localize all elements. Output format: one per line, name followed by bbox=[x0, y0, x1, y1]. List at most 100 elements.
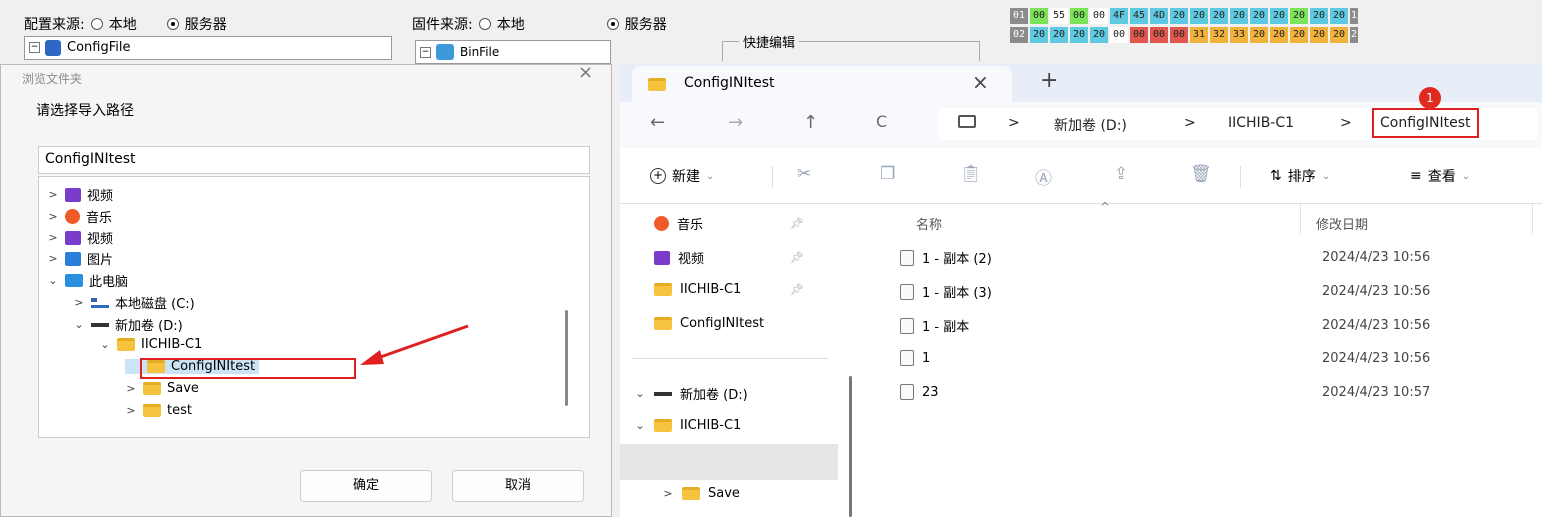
path-input[interactable]: ConfigINItest bbox=[38, 146, 590, 174]
hex-cell[interactable]: 20 bbox=[1310, 27, 1328, 43]
new-button[interactable]: + 新建 ⌄ bbox=[650, 166, 714, 186]
folder-tree[interactable]: > 视频 > 音乐 > 视频 > 图片 ⌄ 此电脑 > 本地磁盘 (C:) ⌄ 新加卷 (D:) ⌄ IICH… bbox=[38, 176, 590, 438]
delete-icon[interactable]: 🗑︎ bbox=[1190, 164, 1212, 184]
firmware-local-radio[interactable] bbox=[478, 18, 491, 30]
hex-cell[interactable]: 20 bbox=[1290, 8, 1308, 24]
forward-icon[interactable]: → bbox=[728, 112, 743, 133]
hex-cell[interactable]: 20 bbox=[1090, 27, 1108, 43]
chevron-right-icon[interactable]: > bbox=[125, 382, 137, 395]
hex-cell[interactable]: 00 bbox=[1030, 8, 1048, 24]
chevron-right-icon[interactable]: > bbox=[47, 231, 59, 244]
hex-cell[interactable]: 20 bbox=[1330, 8, 1348, 24]
chevron-down-icon[interactable]: ⌄ bbox=[634, 419, 646, 432]
folder-tree-item[interactable]: > 本地磁盘 (C:) bbox=[73, 293, 194, 312]
hex-cell[interactable]: 20 bbox=[1210, 8, 1228, 24]
up-icon[interactable]: ↑ bbox=[803, 112, 818, 133]
hex-cell[interactable]: 20 bbox=[1270, 8, 1288, 24]
hex-cell[interactable]: 45 bbox=[1130, 8, 1148, 24]
folder-tree-scrollbar[interactable] bbox=[565, 310, 568, 406]
chevron-right-icon[interactable]: > bbox=[47, 188, 59, 201]
copy-icon[interactable]: ❐ bbox=[880, 164, 895, 184]
new-tab-button[interactable]: + bbox=[1040, 68, 1058, 93]
folder-tree-item[interactable]: > 音乐 bbox=[47, 207, 112, 226]
quick-access-item[interactable]: IICHIB-C1 📌︎ bbox=[654, 282, 804, 297]
file-row[interactable]: 1 - 副本 (3) 2024/4/23 10:56 bbox=[900, 282, 1520, 301]
chevron-right-icon[interactable]: > bbox=[662, 487, 674, 500]
quick-access-item[interactable]: 视频 📌︎ bbox=[654, 248, 804, 267]
hex-cell[interactable]: 00 bbox=[1170, 27, 1188, 43]
pin-icon[interactable]: 📌︎ bbox=[790, 251, 804, 264]
nav-pane-scrollbar[interactable] bbox=[849, 376, 852, 517]
column-name-header[interactable]: 名称 bbox=[916, 214, 942, 233]
breadcrumb-iichib[interactable]: IICHIB-C1 bbox=[1228, 115, 1294, 131]
column-modified-header[interactable]: 修改日期 bbox=[1316, 214, 1368, 233]
chevron-down-icon[interactable]: ⌄ bbox=[634, 387, 646, 400]
quick-access-item[interactable]: ConfigINItest bbox=[654, 316, 764, 331]
back-icon[interactable]: ← bbox=[650, 112, 665, 133]
hex-cell[interactable]: 20 bbox=[1030, 27, 1048, 43]
folder-tree-item[interactable]: ⌄ 此电脑 bbox=[47, 271, 128, 290]
nav-tree-item[interactable]: ⌄ IICHIB-C1 bbox=[634, 418, 741, 433]
breadcrumb[interactable]: > 新加卷 (D:) > IICHIB-C1 > ConfigINItest bbox=[938, 108, 1538, 140]
firmware-server-radio[interactable] bbox=[606, 18, 619, 30]
hex-cell[interactable]: 00 bbox=[1090, 8, 1108, 24]
hex-cell[interactable]: 20 bbox=[1190, 8, 1208, 24]
hex-cell[interactable]: 20 bbox=[1310, 8, 1328, 24]
folder-tree-item[interactable]: > 视频 bbox=[47, 185, 113, 204]
chevron-down-icon[interactable]: ⌄ bbox=[73, 318, 85, 331]
hex-cell[interactable]: 33 bbox=[1230, 27, 1248, 43]
chevron-down-icon[interactable]: ⌄ bbox=[47, 274, 59, 287]
pin-icon[interactable]: 📌︎ bbox=[790, 283, 804, 296]
hex-cell[interactable]: 20 bbox=[1290, 27, 1308, 43]
hex-cell[interactable]: 20 bbox=[1070, 27, 1088, 43]
quick-access-item[interactable]: 音乐 📌︎ bbox=[654, 214, 804, 233]
hex-cell[interactable]: 32 bbox=[1210, 27, 1228, 43]
tab-configinitest[interactable]: ConfigINItest × bbox=[632, 66, 1012, 102]
breadcrumb-configinitest[interactable]: ConfigINItest bbox=[1372, 108, 1479, 138]
config-local-radio[interactable] bbox=[90, 18, 103, 30]
hex-cell[interactable]: 4D bbox=[1150, 8, 1168, 24]
chevron-down-icon[interactable]: ⌄ bbox=[99, 338, 111, 351]
view-button[interactable]: ≡ 查看 ⌄ bbox=[1410, 166, 1470, 186]
collapse-icon[interactable]: − bbox=[29, 42, 40, 53]
share-icon[interactable]: ⇪ bbox=[1114, 164, 1128, 184]
folder-tree-item[interactable]: > 视频 bbox=[47, 228, 113, 247]
folder-tree-item[interactable]: ⌄ 新加卷 (D:) bbox=[73, 315, 182, 334]
hex-cell[interactable]: 4F bbox=[1110, 8, 1128, 24]
hex-cell[interactable]: 20 bbox=[1250, 27, 1268, 43]
folder-tree-item[interactable]: > test bbox=[125, 403, 192, 418]
hex-cell[interactable]: 31 bbox=[1190, 27, 1208, 43]
hex-cell[interactable]: 00 bbox=[1150, 27, 1168, 43]
folder-tree-item[interactable]: > 图片 bbox=[47, 249, 113, 268]
hex-cell[interactable]: 00 bbox=[1070, 8, 1088, 24]
dialog-close-icon[interactable]: × bbox=[578, 62, 593, 83]
nav-tree-item[interactable]: > Save bbox=[662, 486, 740, 501]
cancel-button[interactable]: 取消 bbox=[452, 470, 584, 502]
tab-close-icon[interactable]: × bbox=[972, 70, 989, 94]
hex-cell[interactable]: 55 bbox=[1050, 8, 1068, 24]
cut-icon[interactable]: ✂ bbox=[797, 164, 811, 184]
hex-cell[interactable]: 20 bbox=[1250, 8, 1268, 24]
file-row[interactable]: 23 2024/4/23 10:57 bbox=[900, 384, 1520, 400]
chevron-right-icon[interactable]: > bbox=[125, 404, 137, 417]
file-row[interactable]: 1 - 副本 2024/4/23 10:56 bbox=[900, 316, 1520, 335]
file-list[interactable]: 1 - 副本 (2) 2024/4/23 10:56 1 - 副本 (3) 2024/… bbox=[900, 240, 1540, 440]
firmware-tree[interactable]: − BinFile bbox=[415, 40, 611, 64]
hex-cell[interactable]: 20 bbox=[1230, 8, 1248, 24]
rename-icon[interactable]: Ⓐ bbox=[1035, 164, 1052, 189]
pin-icon[interactable]: 📌︎ bbox=[790, 217, 804, 230]
file-row[interactable]: 1 - 副本 (2) 2024/4/23 10:56 bbox=[900, 248, 1520, 267]
nav-tree-item[interactable]: ⌄ 新加卷 (D:) bbox=[634, 384, 747, 403]
refresh-icon[interactable]: C bbox=[876, 112, 887, 131]
chevron-right-icon[interactable]: > bbox=[73, 296, 85, 309]
file-row[interactable]: 1 2024/4/23 10:56 bbox=[900, 350, 1520, 366]
paste-icon[interactable]: 📋︎ bbox=[960, 164, 982, 184]
hex-cell[interactable]: 20 bbox=[1170, 8, 1188, 24]
config-tree[interactable]: − ConfigFile bbox=[24, 36, 392, 60]
breadcrumb-drive-d[interactable]: 新加卷 (D:) bbox=[1054, 115, 1127, 135]
ok-button[interactable]: 确定 bbox=[300, 470, 432, 502]
folder-tree-item[interactable]: ⌄ IICHIB-C1 bbox=[99, 337, 202, 352]
hex-cell[interactable]: 20 bbox=[1270, 27, 1288, 43]
chevron-right-icon[interactable]: > bbox=[47, 252, 59, 265]
collapse-icon[interactable]: − bbox=[420, 47, 431, 58]
